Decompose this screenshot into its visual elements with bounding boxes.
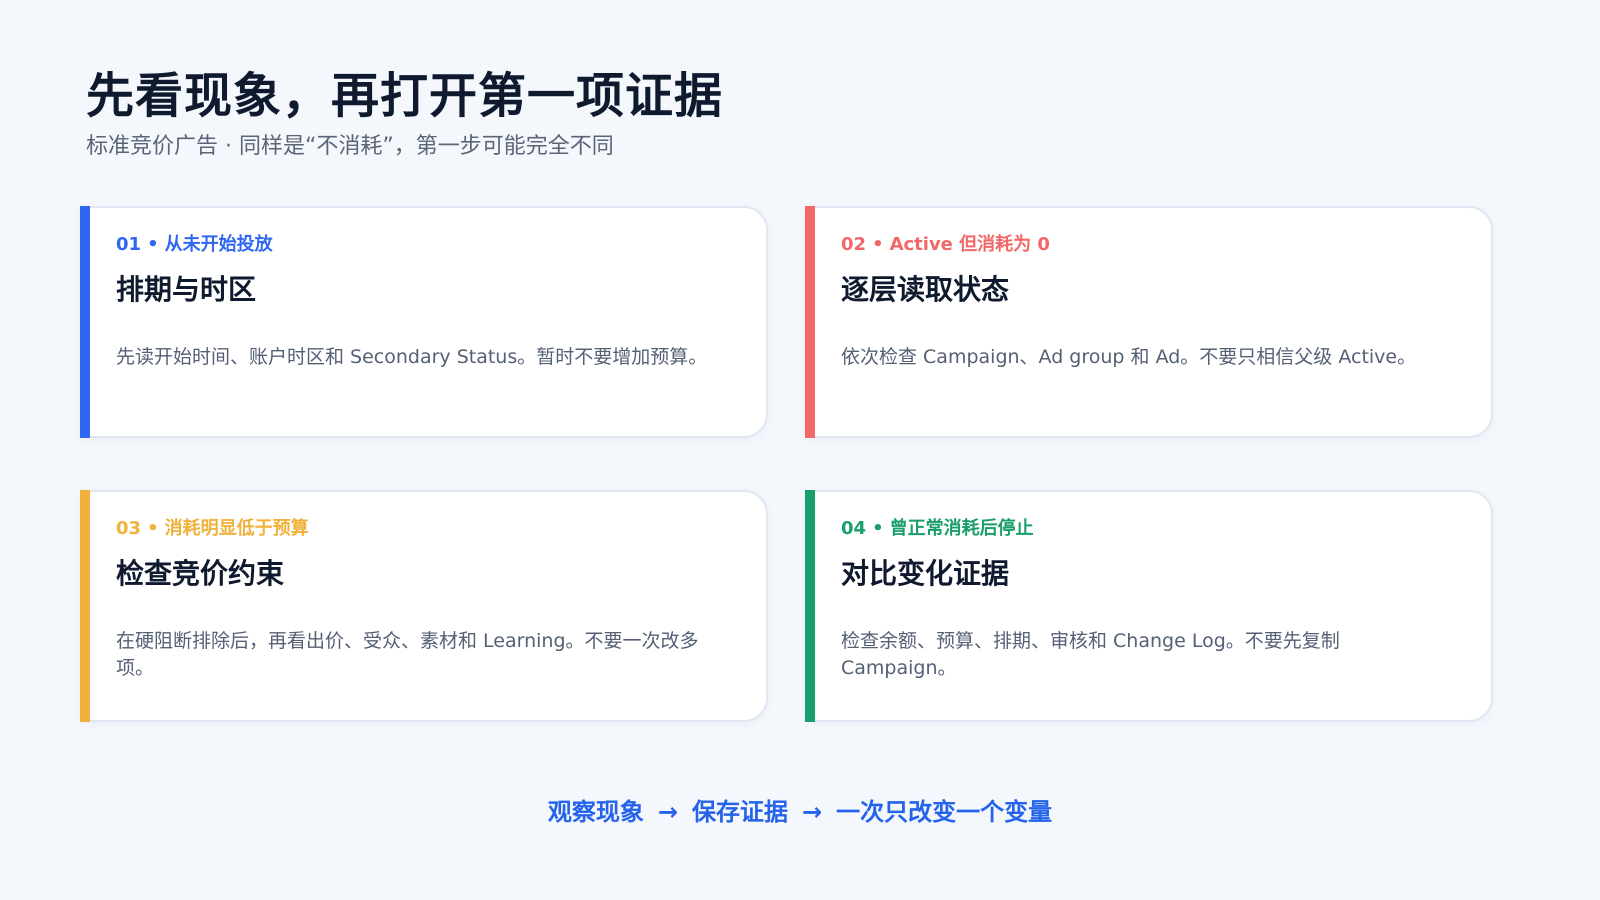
workflow-footer: 观察现象 → 保存证据 → 一次只改变一个变量: [0, 792, 1600, 827]
page-subtitle: 标准竞价广告 · 同样是“不消耗”，第一步可能完全不同: [86, 134, 614, 159]
card-tag: 02 • Active 但消耗为 0: [841, 230, 1050, 256]
accent-bar: [80, 490, 90, 722]
card-body: 在硬阻断排除后，再看出价、受众、素材和 Learning。不要一次改多项。: [116, 630, 699, 679]
card-number: 02: [841, 234, 867, 255]
card-heading: 排期与时区: [116, 273, 257, 306]
card-03: 03 • 消耗明显低于预算 检查竞价约束 在硬阻断排除后，再看出价、受众、素材和 L…: [80, 490, 768, 722]
arrow-right-icon: →: [802, 798, 823, 826]
bullet-dot-icon: •: [147, 518, 159, 539]
step-observe: 观察现象: [547, 798, 644, 826]
step-save-evidence: 保存证据: [692, 798, 788, 826]
card-number: 04: [841, 518, 867, 539]
bullet-dot-icon: •: [872, 234, 884, 255]
card-04: 04 • 曾正常消耗后停止 对比变化证据 检查余额、预算、排期、审核和 Change…: [805, 490, 1493, 722]
card-body: 先读开始时间、账户时区和 Secondary Status。暂时不要增加预算。: [116, 346, 708, 368]
card-tag: 03 • 消耗明显低于预算: [116, 514, 309, 540]
card-heading: 对比变化证据: [841, 557, 1010, 590]
bullet-dot-icon: •: [147, 234, 159, 255]
card-body: 依次检查 Campaign、Ad group 和 Ad。不要只相信父级 Acti…: [841, 346, 1417, 368]
bullet-dot-icon: •: [872, 518, 884, 539]
card-tag: 04 • 曾正常消耗后停止: [841, 514, 1034, 540]
card-tag-label: Active 但消耗为 0: [889, 234, 1050, 255]
card-number: 03: [116, 518, 142, 539]
card-body: 检查余额、预算、排期、审核和 Change Log。不要先复制 Campaign…: [841, 630, 1340, 679]
page-title: 先看现象，再打开第一项证据: [86, 68, 724, 124]
card-tag-label: 曾正常消耗后停止: [889, 518, 1034, 539]
accent-bar: [80, 206, 90, 438]
step-change-one-variable: 一次只改变一个变量: [836, 798, 1053, 826]
card-tag-label: 消耗明显低于预算: [164, 518, 309, 539]
slide: 先看现象，再打开第一项证据 标准竞价广告 · 同样是“不消耗”，第一步可能完全不…: [0, 0, 1600, 900]
accent-bar: [805, 490, 815, 722]
card-tag-label: 从未开始投放: [164, 234, 273, 255]
arrow-right-icon: →: [657, 798, 678, 826]
card-tag: 01 • 从未开始投放: [116, 230, 273, 256]
accent-bar: [805, 206, 815, 438]
card-01: 01 • 从未开始投放 排期与时区 先读开始时间、账户时区和 Secondary S…: [80, 206, 768, 438]
card-number: 01: [116, 234, 142, 255]
card-heading: 检查竞价约束: [116, 557, 285, 590]
card-02: 02 • Active 但消耗为 0 逐层读取状态 依次检查 Campaign、Ad…: [805, 206, 1493, 438]
card-heading: 逐层读取状态: [841, 273, 1010, 306]
